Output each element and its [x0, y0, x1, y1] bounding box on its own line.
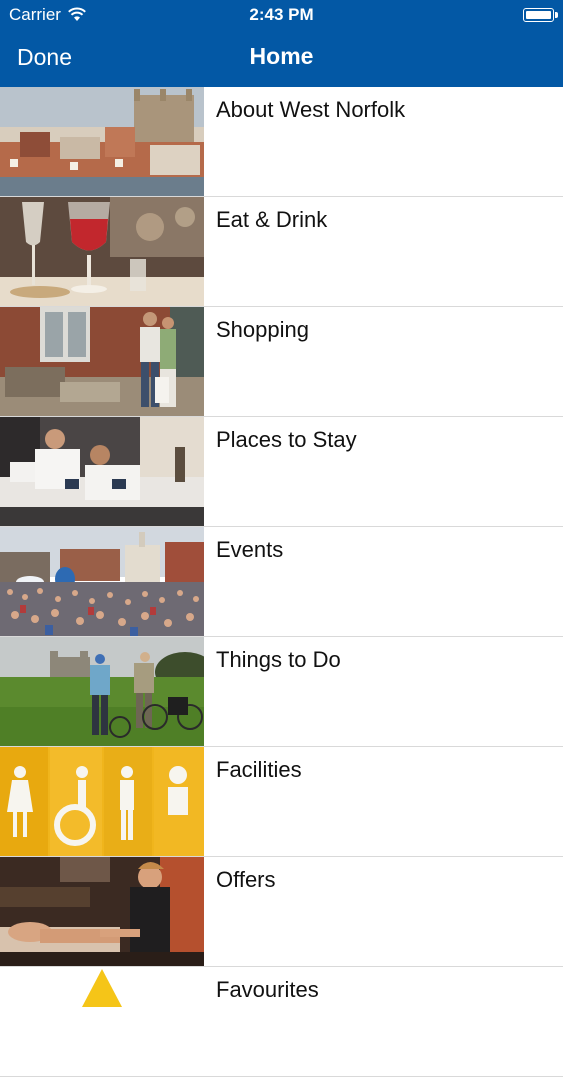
town-skyline-photo [0, 87, 204, 196]
star-icon-photo [0, 967, 204, 1076]
menu-item-things-to-do[interactable]: Things to Do [0, 637, 563, 747]
menu-item-label: Eat & Drink [216, 207, 328, 232]
menu-item-label: Offers [216, 867, 276, 892]
cyclists-castle-photo [0, 637, 204, 746]
menu-item-shopping[interactable]: Shopping [0, 307, 563, 417]
menu-item-label: About West Norfolk [216, 97, 406, 122]
menu-item-label: Events [216, 537, 284, 562]
menu-item-label: Facilities [216, 757, 302, 782]
menu-item-places-to-stay[interactable]: Places to Stay [0, 417, 563, 527]
festival-crowd-photo [0, 527, 204, 636]
menu-item-label: Things to Do [216, 647, 341, 672]
toilet-signs-photo [0, 747, 204, 856]
menu-item-offers[interactable]: Offers [0, 857, 563, 967]
spa-massage-photo [0, 857, 204, 966]
navigation-bar: Done Home [0, 30, 563, 87]
menu-item-about-west-norfolk[interactable]: About West Norfolk [0, 87, 563, 197]
menu-item-events[interactable]: Events [0, 527, 563, 637]
hotel-bedroom-photo [0, 417, 204, 526]
page-title: Home [249, 43, 314, 69]
clock: 2:43 PM [249, 5, 314, 24]
status-bar: Carrier 2:43 PM [0, 0, 563, 30]
shopping-street-photo [0, 307, 204, 416]
wine-glasses-photo [0, 197, 204, 306]
menu-item-label: Shopping [216, 317, 309, 342]
battery-icon [523, 8, 558, 22]
menu-item-eat-drink[interactable]: Eat & Drink [0, 197, 563, 307]
menu-item-favourites[interactable]: Favourites [0, 967, 563, 1077]
menu-item-label: Favourites [216, 977, 319, 1002]
menu-item-label: Places to Stay [216, 427, 357, 452]
menu-item-facilities[interactable]: Facilities [0, 747, 563, 857]
menu-list: About West Norfolk Eat & Drink Shopping … [0, 87, 563, 1077]
